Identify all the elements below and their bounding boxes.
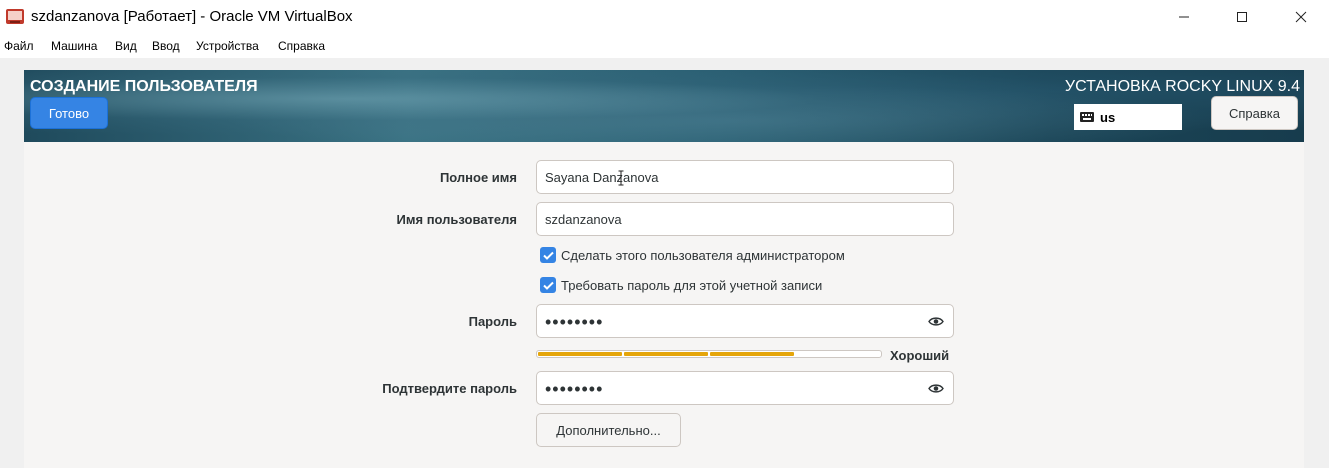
menu-help[interactable]: Справка	[278, 39, 325, 53]
window-titlebar: szdanzanova [Работает] - Oracle VM Virtu…	[0, 0, 1329, 34]
username-value: szdanzanova	[545, 211, 622, 227]
menu-input[interactable]: Ввод	[152, 39, 180, 53]
require-password-row[interactable]: Требовать пароль для этой учетной записи	[540, 277, 822, 293]
password-strength-meter	[536, 350, 882, 358]
keyboard-layout-indicator[interactable]: us	[1074, 104, 1182, 130]
page-title: СОЗДАНИЕ ПОЛЬЗОВАТЕЛЯ	[30, 78, 258, 95]
admin-checkbox[interactable]	[540, 247, 556, 263]
window-title: szdanzanova [Работает] - Oracle VM Virtu…	[31, 8, 353, 25]
installer-header: СОЗДАНИЕ ПОЛЬЗОВАТЕЛЯ Готово УСТАНОВКА R…	[24, 70, 1304, 142]
full-name-field[interactable]: Sayana Danzanova	[536, 160, 954, 194]
menu-machine[interactable]: Машина	[51, 39, 97, 53]
password-field[interactable]: ••••••••	[536, 304, 954, 338]
confirm-password-field[interactable]: ••••••••	[536, 371, 954, 405]
show-password-icon[interactable]	[928, 383, 944, 394]
minimize-icon	[1179, 16, 1189, 18]
vbox-menubar: Файл Машина Вид Ввод Устройства Справка	[0, 34, 1329, 58]
keyboard-layout-label: us	[1100, 109, 1116, 125]
maximize-button[interactable]	[1219, 0, 1265, 34]
confirm-password-value: ••••••••	[545, 378, 604, 399]
product-title: УСТАНОВКА ROCKY LINUX 9.4	[1064, 78, 1300, 95]
maximize-icon	[1237, 12, 1247, 22]
text-cursor-icon	[618, 170, 624, 186]
menu-file[interactable]: Файл	[4, 39, 34, 53]
password-label: Пароль	[468, 314, 517, 329]
full-name-label: Полное имя	[439, 170, 517, 185]
close-button[interactable]	[1278, 0, 1324, 34]
done-button[interactable]: Готово	[30, 97, 108, 129]
checkmark-icon	[542, 281, 554, 290]
admin-checkbox-row[interactable]: Сделать этого пользователя администратор…	[540, 247, 845, 263]
username-field[interactable]: szdanzanova	[536, 202, 954, 236]
admin-checkbox-label: Сделать этого пользователя администратор…	[561, 247, 845, 263]
strength-segment	[538, 352, 622, 356]
strength-segment	[796, 352, 880, 356]
help-button[interactable]: Справка	[1211, 96, 1298, 130]
strength-segment	[624, 352, 708, 356]
menu-view[interactable]: Вид	[115, 39, 137, 53]
minimize-button[interactable]	[1161, 0, 1207, 34]
close-icon	[1295, 11, 1307, 23]
virtualbox-icon	[6, 9, 24, 24]
confirm-password-label: Подтвердите пароль	[382, 381, 517, 396]
keyboard-icon	[1080, 112, 1094, 122]
checkmark-icon	[542, 251, 554, 260]
require-password-checkbox[interactable]	[540, 277, 556, 293]
username-label: Имя пользователя	[396, 212, 517, 227]
password-strength-label: Хороший	[890, 348, 950, 363]
advanced-button[interactable]: Дополнительно...	[536, 413, 681, 447]
menu-devices[interactable]: Устройства	[196, 39, 259, 53]
strength-segment	[710, 352, 794, 356]
full-name-value: Sayana Danzanova	[545, 169, 659, 185]
password-value: ••••••••	[545, 311, 604, 332]
require-password-label: Требовать пароль для этой учетной записи	[561, 277, 823, 293]
installer-screen: СОЗДАНИЕ ПОЛЬЗОВАТЕЛЯ Готово УСТАНОВКА R…	[24, 70, 1304, 468]
show-password-icon[interactable]	[928, 316, 944, 327]
